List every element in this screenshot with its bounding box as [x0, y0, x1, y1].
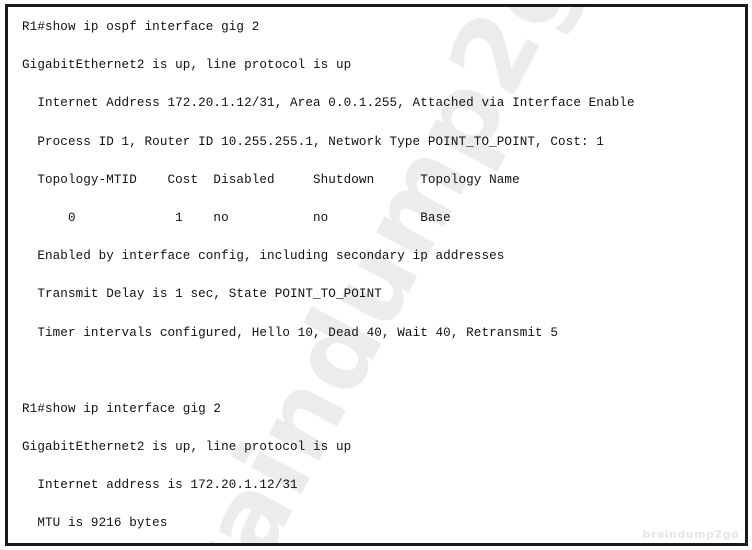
console-line: GigabitEthernet2 is up, line protocol is…: [22, 440, 352, 455]
console-line: MTU is 9216 bytes: [22, 516, 168, 531]
terminal-frame: braindump2go R1#show ip ospf interface g…: [5, 4, 748, 546]
console-line: GigabitEthernet2 is up, line protocol is…: [22, 58, 352, 73]
console-line: R1#show ip ospf interface gig 2: [22, 20, 260, 34]
console-line: 0 1 no no Base: [22, 210, 451, 225]
console-line: Enabled by interface config, including s…: [22, 249, 505, 264]
console-line: Transmit Delay is 1 sec, State POINT_TO_…: [22, 287, 382, 302]
console-output[interactable]: R1#show ip ospf interface gig 2 GigabitE…: [8, 7, 745, 543]
console-line: Process ID 1, Router ID 10.255.255.1, Ne…: [22, 134, 604, 149]
console-line: Topology-MTID Cost Disabled Shutdown Top…: [22, 172, 520, 187]
screenshot-root: braindump2go R1#show ip ospf interface g…: [0, 0, 752, 550]
console-line: Internet Address 172.20.1.12/31, Area 0.…: [22, 96, 635, 111]
console-line: R1#show ip interface gig 2: [22, 401, 222, 416]
console-line: Timer intervals configured, Hello 10, De…: [22, 325, 559, 340]
console-line: Internet address is 172.20.1.12/31: [22, 478, 298, 493]
